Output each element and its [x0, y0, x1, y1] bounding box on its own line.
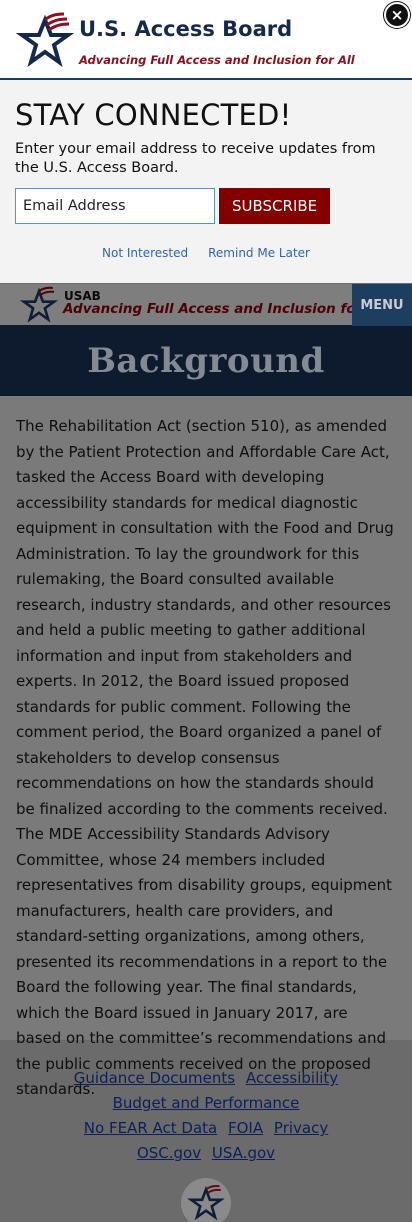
remind-later-link[interactable]: Remind Me Later	[208, 246, 310, 260]
subscribe-button[interactable]: SUBSCRIBE	[219, 188, 331, 224]
footer-link-privacy[interactable]: Privacy	[274, 1119, 328, 1137]
page-title: Background	[87, 340, 325, 381]
subscribe-modal: U.S. Access Board Advancing Full Access …	[0, 0, 412, 283]
footer-star-icon	[187, 1185, 225, 1221]
modal-secondary-links: Not Interested Remind Me Later	[15, 246, 397, 260]
nav-star-logo-icon[interactable]	[18, 286, 60, 324]
page-hero: Background	[0, 325, 412, 396]
footer-link-foia[interactable]: FOIA	[228, 1119, 263, 1137]
modal-heading: STAY CONNECTED!	[15, 98, 292, 132]
menu-button[interactable]: MENU	[352, 284, 412, 326]
star-logo-icon	[15, 12, 75, 67]
background-paragraph: The Rehabilitation Act (section 510), as…	[16, 417, 394, 1098]
modal-body: STAY CONNECTED! Enter your email address…	[0, 80, 412, 260]
nav-site-tagline: Advancing Full Access and Inclusion for …	[63, 301, 387, 317]
email-input[interactable]	[15, 188, 215, 224]
footer-link-nofear[interactable]: No FEAR Act Data	[84, 1119, 217, 1137]
modal-description: Enter your email address to receive upda…	[15, 141, 376, 176]
logo-tagline: Advancing Full Access and Inclusion for …	[79, 53, 355, 67]
close-icon[interactable]: ×	[384, 2, 410, 28]
not-interested-link[interactable]: Not Interested	[102, 246, 188, 260]
footer-link-budget[interactable]: Budget and Performance	[113, 1094, 300, 1112]
footer-link-usa[interactable]: USA.gov	[212, 1144, 275, 1162]
site-nav-bar: USAB Advancing Full Access and Inclusion…	[0, 283, 412, 326]
footer-link-accessibility[interactable]: Accessibility	[246, 1069, 338, 1087]
footer-seal-icon	[181, 1178, 231, 1222]
footer-link-guidance[interactable]: Guidance Documents	[74, 1069, 235, 1087]
footer-link-osc[interactable]: OSC.gov	[137, 1144, 201, 1162]
subscribe-form: SUBSCRIBE	[15, 188, 397, 224]
logo-title: U.S. Access Board	[79, 17, 293, 41]
footer-links: Guidance Documents Accessibility Budget …	[46, 1066, 366, 1166]
modal-logo-bar: U.S. Access Board Advancing Full Access …	[0, 0, 412, 80]
main-content: The Rehabilitation Act (section 510), as…	[0, 396, 412, 1098]
